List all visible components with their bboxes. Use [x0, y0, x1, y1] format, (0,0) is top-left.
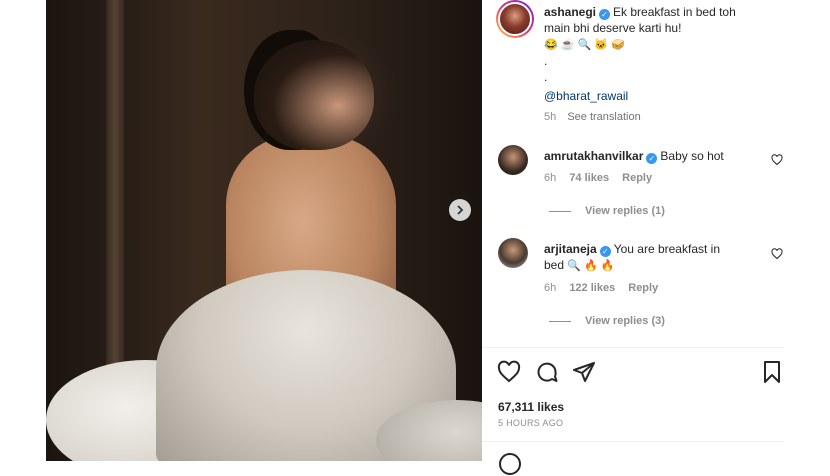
caption-dot-1: . [544, 54, 548, 68]
actions-divider [482, 347, 784, 348]
photo-subject-head [254, 40, 374, 150]
post-timestamp: 5 HOURS AGO [498, 418, 564, 428]
caption-line-1: Ek breakfast in bed toh [613, 5, 736, 19]
caption-emojis: 😂 ☕ 🔍 🐱 🥪 [544, 39, 625, 51]
mention-link[interactable]: @bharat_rawail [544, 88, 628, 104]
comment-likes[interactable]: 122 likes [569, 282, 615, 294]
reply-button[interactable]: Reply [622, 172, 652, 184]
bookmark-icon[interactable] [760, 360, 784, 384]
comment-likes[interactable]: 74 likes [569, 172, 609, 184]
caption: ashanegi ✓ Ek breakfast in bed toh main bh… [544, 4, 774, 85]
author-username[interactable]: ashanegi [544, 5, 596, 19]
comment-heart-icon[interactable] [771, 248, 783, 260]
verified-badge-icon: ✓ [599, 9, 611, 20]
comment-box-divider [482, 441, 784, 442]
view-replies-button[interactable]: View replies (1) [549, 205, 665, 217]
heart-icon[interactable] [497, 360, 521, 384]
replies-dash [549, 320, 571, 322]
post-photo[interactable] [46, 0, 482, 461]
verified-badge-icon: ✓ [599, 246, 611, 257]
commenter-username[interactable]: arjitaneja [544, 242, 597, 256]
paper-plane-icon[interactable] [572, 360, 596, 384]
commenter-avatar[interactable] [498, 238, 528, 268]
comment-meta: 6h 74 likes Reply [544, 172, 652, 184]
commenter-avatar[interactable] [498, 145, 528, 175]
post-details-panel: ashanegi ✓ Ek breakfast in bed toh main bh… [482, 0, 784, 475]
comment-text: amrutakhanvilkar ✓ Baby so hot [544, 148, 754, 164]
caption-meta: 5h See translation [544, 111, 641, 123]
replies-dash [549, 210, 571, 212]
likes-count[interactable]: 67,311 likes [498, 400, 564, 414]
comment-body: Baby so hot [660, 149, 724, 163]
comment-text: arjitaneja ✓ You are breakfast in bed 🔍 🔥 … [544, 241, 754, 274]
caption-time: 5h [544, 111, 557, 123]
next-image-button[interactable] [449, 199, 471, 221]
see-translation-link[interactable]: See translation [567, 111, 640, 123]
view-replies-button[interactable]: View replies (3) [549, 315, 665, 327]
comment-time: 6h [544, 172, 557, 184]
reply-button[interactable]: Reply [628, 282, 658, 294]
verified-badge-icon: ✓ [646, 153, 658, 164]
commenter-username[interactable]: amrutakhanvilkar [544, 149, 643, 163]
author-avatar[interactable] [496, 0, 534, 38]
comment-body-line-1: You are breakfast in [613, 242, 720, 256]
chevron-right-icon [457, 205, 464, 215]
comment-time: 6h [544, 282, 557, 294]
view-replies-label: View replies (3) [585, 315, 665, 327]
caption-line-2: main bhi deserve karti hu! [544, 21, 682, 35]
comment-heart-icon[interactable] [771, 154, 783, 166]
caption-dot-2: . [544, 70, 548, 84]
comment-meta: 6h 122 likes Reply [544, 282, 658, 294]
comment-icon[interactable] [535, 360, 559, 384]
comment-emojis: 🔍 🔥 🔥 [567, 260, 615, 272]
emoji-icon[interactable] [498, 452, 522, 476]
comment-body-line-2: bed [544, 258, 565, 272]
view-replies-label: View replies (1) [585, 205, 665, 217]
